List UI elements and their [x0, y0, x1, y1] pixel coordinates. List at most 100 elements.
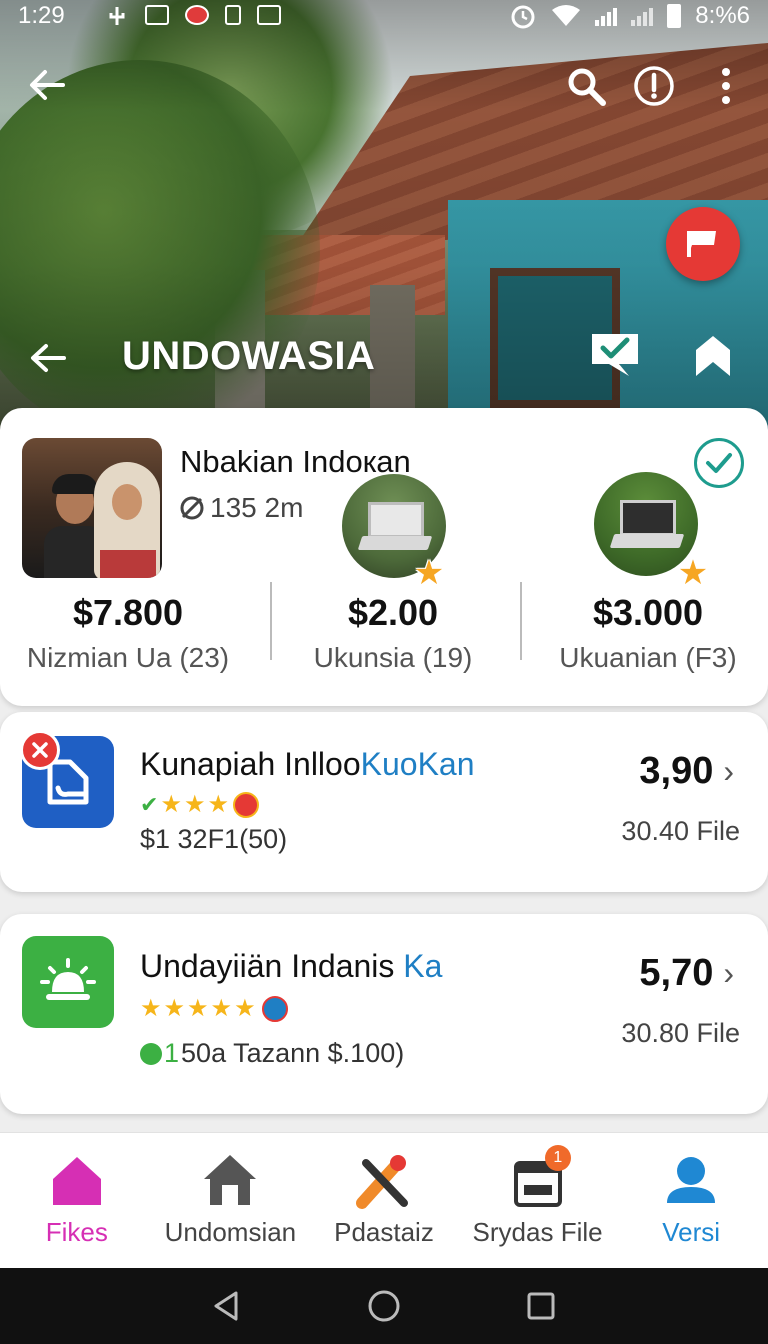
nav-item-fikes[interactable]: Fikes — [0, 1133, 154, 1268]
star-icon: ★ — [183, 791, 206, 818]
listing-price[interactable]: 3,90 › — [639, 750, 734, 793]
app-icon — [22, 936, 114, 1028]
listing-meta: $1 32F1(50) — [140, 824, 288, 854]
listing-title-accent: KuoKan — [360, 746, 475, 782]
wifi-icon — [552, 5, 581, 26]
listing-title-accent: Ka — [403, 948, 443, 984]
listing-title-main: Kunapiah Inlloo — [140, 746, 361, 782]
bottom-navigation: Fikes Undomsian Pdastaiz 1 Srydas File V… — [0, 1132, 768, 1268]
listing-card-2[interactable]: Undayiiän Indanis Ka ★ ★ ★ ★ ★ 1 50a Taz… — [0, 914, 768, 1114]
nav-item-srydas-file[interactable]: 1 Srydas File — [461, 1133, 615, 1268]
tools-icon — [355, 1155, 408, 1209]
nav-label: Versi — [662, 1217, 721, 1247]
meta-prefix: 1 — [164, 1038, 180, 1068]
listing-title: Undayiiän Indanis Ka — [140, 948, 442, 985]
remove-button[interactable] — [20, 730, 60, 770]
listing-title: Kunapiah InllooKuoKan — [140, 746, 475, 783]
star-icon: ★ — [234, 995, 256, 1022]
shield-icon — [232, 791, 259, 818]
stat-value: $2.00 — [347, 592, 439, 633]
info-button[interactable] — [630, 62, 678, 110]
title-back-button[interactable] — [26, 336, 70, 380]
profile-name: Nbakian Indoкan — [180, 444, 411, 479]
usb-icon — [109, 7, 125, 25]
stat-3: $3.000 Ukuanian (F3) — [520, 592, 768, 674]
signal-icon — [595, 6, 618, 26]
more-vert-icon — [722, 68, 730, 104]
status-bar: 1:29 8:%6 — [0, 0, 768, 32]
stat-value: $3.000 — [592, 592, 704, 633]
price-value: 5,70 — [639, 952, 714, 994]
approve-chat-button[interactable] — [588, 328, 642, 382]
cloud-icon — [144, 5, 169, 25]
notification-icons — [105, 5, 281, 27]
back-button[interactable] — [24, 62, 70, 108]
nav-item-versi[interactable]: Versi — [614, 1133, 768, 1268]
profile-subtitle: 135 2m — [178, 492, 303, 524]
top-toolbar — [0, 50, 768, 120]
chat-check-icon — [592, 334, 638, 376]
listing-price[interactable]: 5,70 › — [639, 952, 734, 995]
profile-icon — [667, 1157, 716, 1203]
home-circle-icon[interactable] — [367, 1289, 401, 1323]
arrow-left-icon — [31, 344, 66, 372]
rating: ★ ★ ★ ★ ★ — [140, 994, 288, 1023]
star-icon: ★ — [210, 995, 233, 1022]
search-icon — [568, 68, 606, 106]
stat-2: $2.00 Ukunsia (19) — [265, 592, 521, 674]
flag-icon — [687, 231, 716, 257]
status-right: 8:%6 — [509, 2, 750, 30]
star-badge-icon: ★ — [413, 554, 445, 592]
listing-card-1[interactable]: Kunapiah InllooKuoKan ✔ ★ ★ ★ $1 32F1(50… — [0, 712, 768, 892]
stat-label: Nizmian Ua (23) — [26, 642, 230, 673]
back-triangle-icon[interactable] — [212, 1290, 242, 1322]
star-icon: ★ — [163, 995, 186, 1022]
chart-icon — [256, 5, 281, 25]
home-icon — [52, 1157, 101, 1205]
sunrise-icon — [40, 958, 96, 1000]
nav-item-pdastaiz[interactable]: Pdastaiz — [307, 1133, 461, 1268]
report-flag-button[interactable] — [666, 207, 740, 281]
bookmark-button[interactable] — [688, 328, 738, 382]
alarm-icon — [511, 5, 535, 29]
more-options-button[interactable] — [704, 62, 748, 110]
meta-text: 50a Tazann $.100) — [181, 1038, 405, 1068]
avatar — [22, 438, 162, 578]
recents-square-icon[interactable] — [526, 1291, 556, 1321]
stat-label: Ukuanian (F3) — [559, 642, 737, 673]
nav-item-undomsian[interactable]: Undomsian — [154, 1133, 308, 1268]
arrow-left-icon — [30, 70, 65, 100]
check-small-icon: ✔ — [140, 791, 159, 817]
rating: ✔ ★ ★ ★ — [140, 790, 259, 819]
building-badge-icon — [261, 995, 288, 1022]
nav-label: Undomsian — [164, 1217, 297, 1247]
chevron-right-icon: › — [723, 955, 734, 991]
nav-label: Pdastaiz — [334, 1217, 434, 1247]
listing-meta: 1 50a Tazann $.100) — [140, 1038, 404, 1069]
star-icon: ★ — [207, 791, 229, 818]
close-icon — [32, 742, 48, 758]
nav-label: Srydas File — [472, 1217, 603, 1247]
chevron-right-icon: › — [723, 753, 734, 789]
signal2-icon — [631, 6, 654, 26]
sim-icon — [224, 5, 241, 25]
globe-icon — [140, 1042, 162, 1065]
profile-subtitle-text: 135 2m — [210, 492, 304, 523]
listing-title-main: Undayiiän Indanis — [140, 948, 404, 984]
page-title: UNDOWASIA — [122, 334, 376, 378]
star-badge-icon: ★ — [677, 554, 709, 592]
search-button[interactable] — [562, 62, 610, 110]
stat-1: $7.800 Nizmian Ua (23) — [0, 592, 256, 674]
verified-badge — [694, 438, 744, 488]
star-icon: ★ — [187, 995, 209, 1022]
stat-value: $7.800 — [72, 592, 184, 633]
status-time: 1:29 — [18, 2, 65, 29]
check-icon — [706, 453, 732, 473]
battery-text: 8:%6 — [695, 2, 750, 29]
alert-circle-icon — [634, 66, 674, 106]
price-value: 3,90 — [639, 750, 714, 792]
house-icon — [204, 1155, 257, 1205]
nav-label: Fikes — [45, 1217, 108, 1247]
star-icon: ★ — [140, 995, 162, 1022]
no-entry-icon — [180, 496, 204, 520]
